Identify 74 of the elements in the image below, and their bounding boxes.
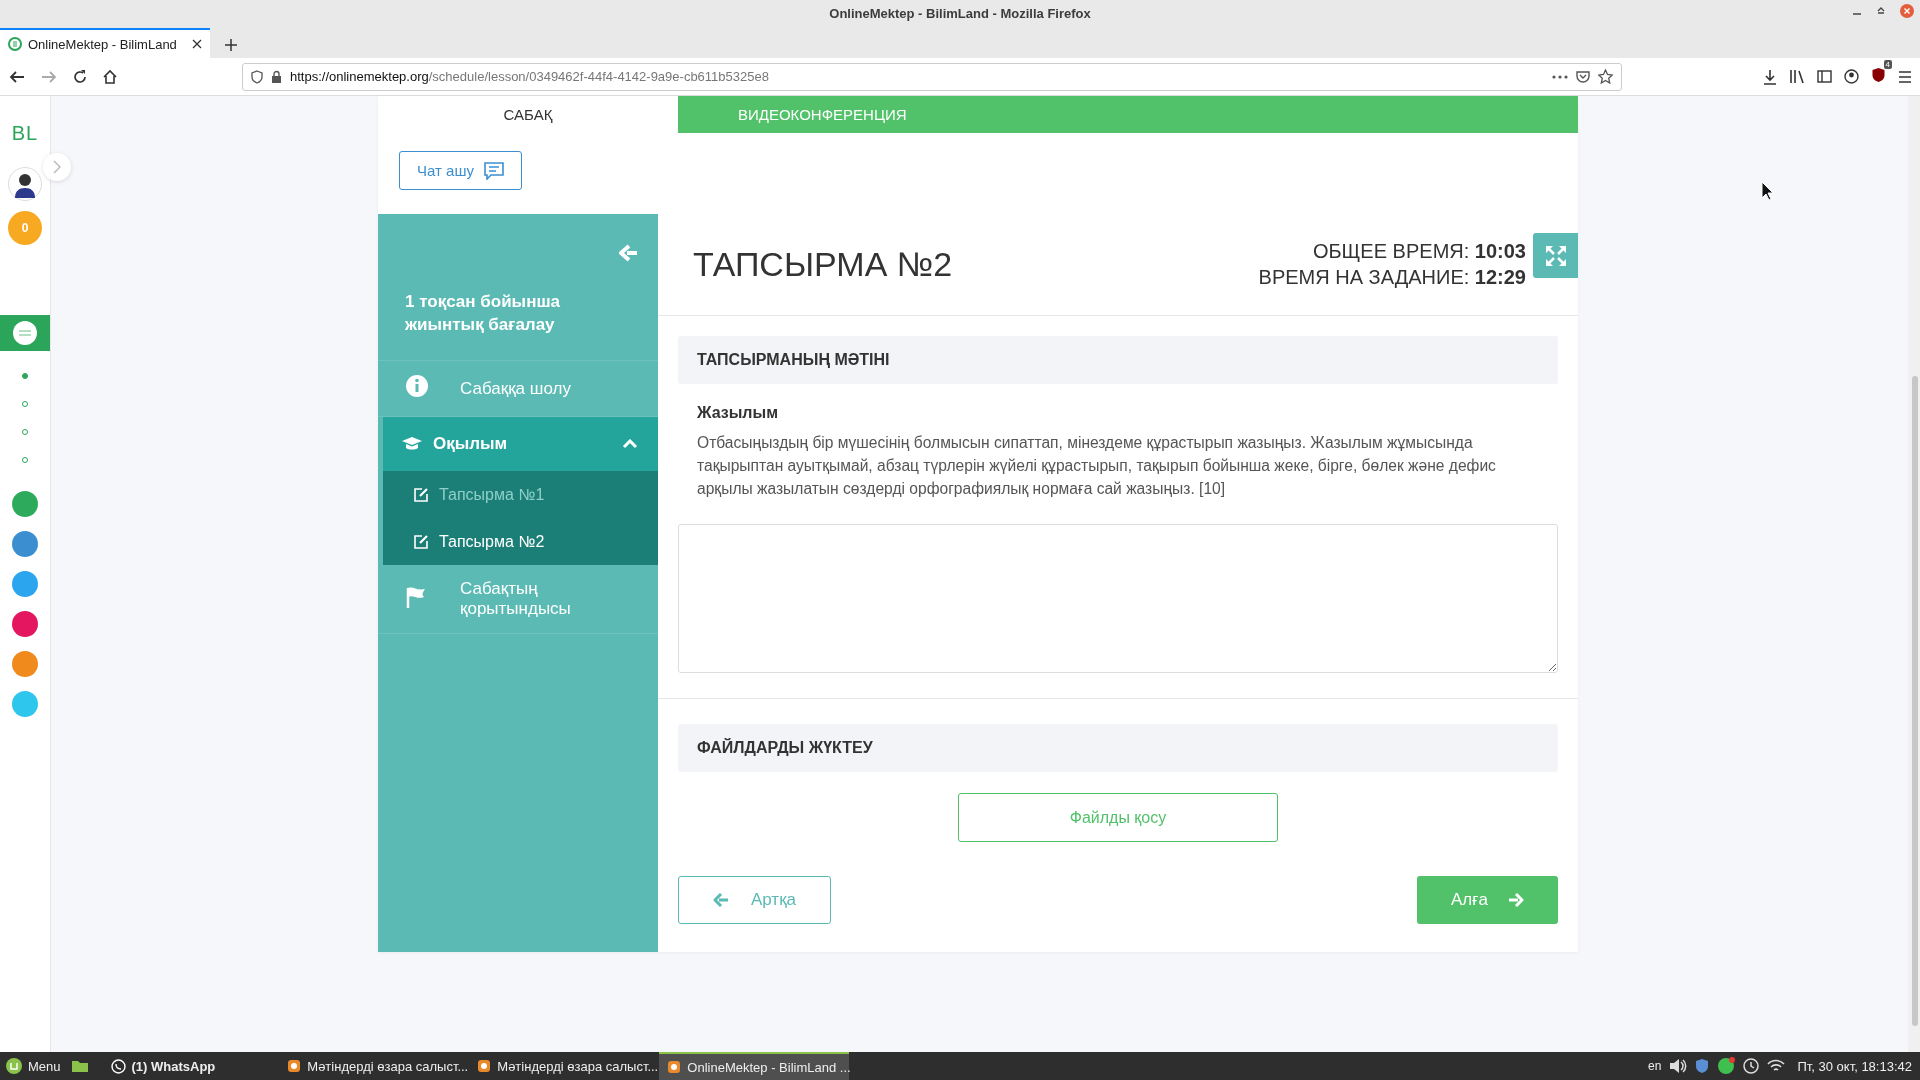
clock-icon[interactable] bbox=[1743, 1058, 1760, 1074]
chat-button[interactable]: Чат ашу bbox=[399, 151, 522, 190]
shield-icon[interactable] bbox=[1871, 66, 1886, 83]
wifi-icon[interactable] bbox=[1767, 1059, 1786, 1073]
home-icon[interactable] bbox=[102, 68, 118, 85]
nav-subitem[interactable]: Тапсырма №1 bbox=[383, 471, 658, 518]
task-text: Отбасыңыздың бір мүшесінің болмысын сипаттап, мінездеме құрастырып жазыңыз. Жазылым жұмысында тақырыптан ауытқымай, абзац түрлерін жүйелі құрастырып, тақырып бойынша жеке, бірге, бөлек және дефис арқылы жазылатын сөздерді орфографиялық нормаға сай жазыңыз. [10] bbox=[697, 433, 1497, 499]
info-icon bbox=[405, 374, 429, 398]
timer-text: ВРЕМЯ НА ЗАДАНИЕ: 12:29 bbox=[1258, 264, 1526, 290]
chevron-right-icon bbox=[53, 160, 61, 174]
browser-tab[interactable]: OnlineMektep - BilimLand bbox=[0, 28, 210, 58]
arrow-left-icon bbox=[712, 893, 729, 907]
nav-subitem[interactable]: Тапсырма №2 bbox=[383, 518, 658, 565]
folder-icon[interactable] bbox=[70, 1059, 89, 1073]
app-link-icon[interactable] bbox=[12, 571, 38, 597]
expand-toggle[interactable] bbox=[43, 153, 71, 181]
sidebar-icon[interactable] bbox=[1817, 70, 1832, 83]
timer-text: ОБЩЕЕ ВРЕМЯ: 10:03 bbox=[1312, 238, 1526, 264]
browser-icon bbox=[287, 1059, 302, 1073]
addon-badge: 4 bbox=[1883, 59, 1892, 69]
pager-dot[interactable] bbox=[22, 373, 28, 379]
pocket-icon[interactable] bbox=[1576, 70, 1590, 83]
nav-group[interactable]: Оқылым bbox=[383, 417, 658, 471]
browser-icon bbox=[667, 1060, 682, 1074]
clock-text: Пт, 30 окт, 18:13:42 bbox=[1797, 1058, 1912, 1074]
address-bar[interactable]: https://onlinemektep.org/schedule/lesson/0349462f-44f4-4142-9a9e-cb611b5325e8 bbox=[242, 62, 1622, 91]
close-icon[interactable] bbox=[192, 39, 202, 49]
taskbar-window[interactable]: OnlineMektep - BilimLand ... bbox=[659, 1052, 850, 1080]
expand-icon bbox=[1544, 244, 1567, 267]
lesson-tab[interactable]: САБАҚ bbox=[378, 96, 678, 133]
taskbar-window[interactable]: (1) WhatsApp bbox=[102, 1052, 224, 1080]
app-link-icon[interactable] bbox=[12, 611, 38, 637]
app-logo-icon bbox=[12, 320, 38, 346]
reload-icon[interactable] bbox=[72, 68, 88, 85]
app-link-icon[interactable] bbox=[12, 531, 38, 557]
shield-icon[interactable] bbox=[251, 69, 263, 84]
mint-logo-icon bbox=[6, 1058, 22, 1074]
arrow-right-icon bbox=[1507, 893, 1524, 907]
start-menu-button[interactable]: Menu bbox=[0, 1058, 71, 1074]
url-text: https://onlinemektep.org/schedule/lesson/0349462f-44f4-4142-9a9e-cb611b5325e8 bbox=[290, 69, 770, 84]
coin-badge: 0 bbox=[8, 211, 42, 245]
tab-title: OnlineMektep - BilimLand bbox=[28, 36, 178, 52]
cursor-icon bbox=[1761, 181, 1775, 201]
browser-icon bbox=[477, 1059, 492, 1073]
bookmark-star-icon[interactable] bbox=[1598, 69, 1613, 84]
task-title: ТАПСЫРМА №2 bbox=[693, 245, 954, 284]
edit-icon bbox=[413, 486, 429, 503]
download-icon[interactable] bbox=[1763, 68, 1777, 85]
taskbar-window[interactable]: Мәтіндерді өзара салыст... bbox=[279, 1052, 470, 1080]
volume-icon[interactable] bbox=[1669, 1058, 1688, 1074]
lesson-title: 1 тоқсан бойынша жиынтық бағалау bbox=[378, 262, 658, 361]
keyboard-layout[interactable]: en bbox=[1648, 1059, 1662, 1073]
section-heading: ТАПСЫРМАНЫҢ МӘТІНІ bbox=[678, 336, 1558, 384]
chat-icon bbox=[483, 161, 504, 180]
lock-icon[interactable] bbox=[271, 70, 282, 83]
rail-app-item[interactable] bbox=[0, 315, 50, 351]
shield-icon[interactable] bbox=[1695, 1058, 1710, 1074]
taskbar-window[interactable]: Мәтіндерді өзара салыст... bbox=[469, 1052, 660, 1080]
logo[interactable]: BL bbox=[11, 122, 39, 145]
app-link-icon[interactable] bbox=[12, 491, 38, 517]
window-title: OnlineMektep - BilimLand - Mozilla Firefox bbox=[829, 5, 1091, 21]
chevron-up-icon bbox=[622, 439, 638, 449]
site-icon bbox=[8, 37, 22, 51]
library-icon[interactable] bbox=[1789, 69, 1805, 84]
more-icon[interactable] bbox=[1552, 74, 1568, 79]
account-icon[interactable] bbox=[1844, 69, 1859, 84]
section-heading: ФАЙЛДАРДЫ ЖҮКТЕУ bbox=[678, 724, 1558, 772]
menu-icon[interactable] bbox=[1898, 70, 1912, 83]
maximize-icon[interactable] bbox=[1876, 6, 1886, 16]
edit-icon bbox=[413, 533, 429, 550]
new-tab-icon[interactable] bbox=[224, 38, 238, 52]
scrollbar[interactable] bbox=[1908, 96, 1920, 1052]
graduation-cap-icon bbox=[401, 436, 423, 452]
subheading: Жазылым bbox=[697, 404, 780, 422]
